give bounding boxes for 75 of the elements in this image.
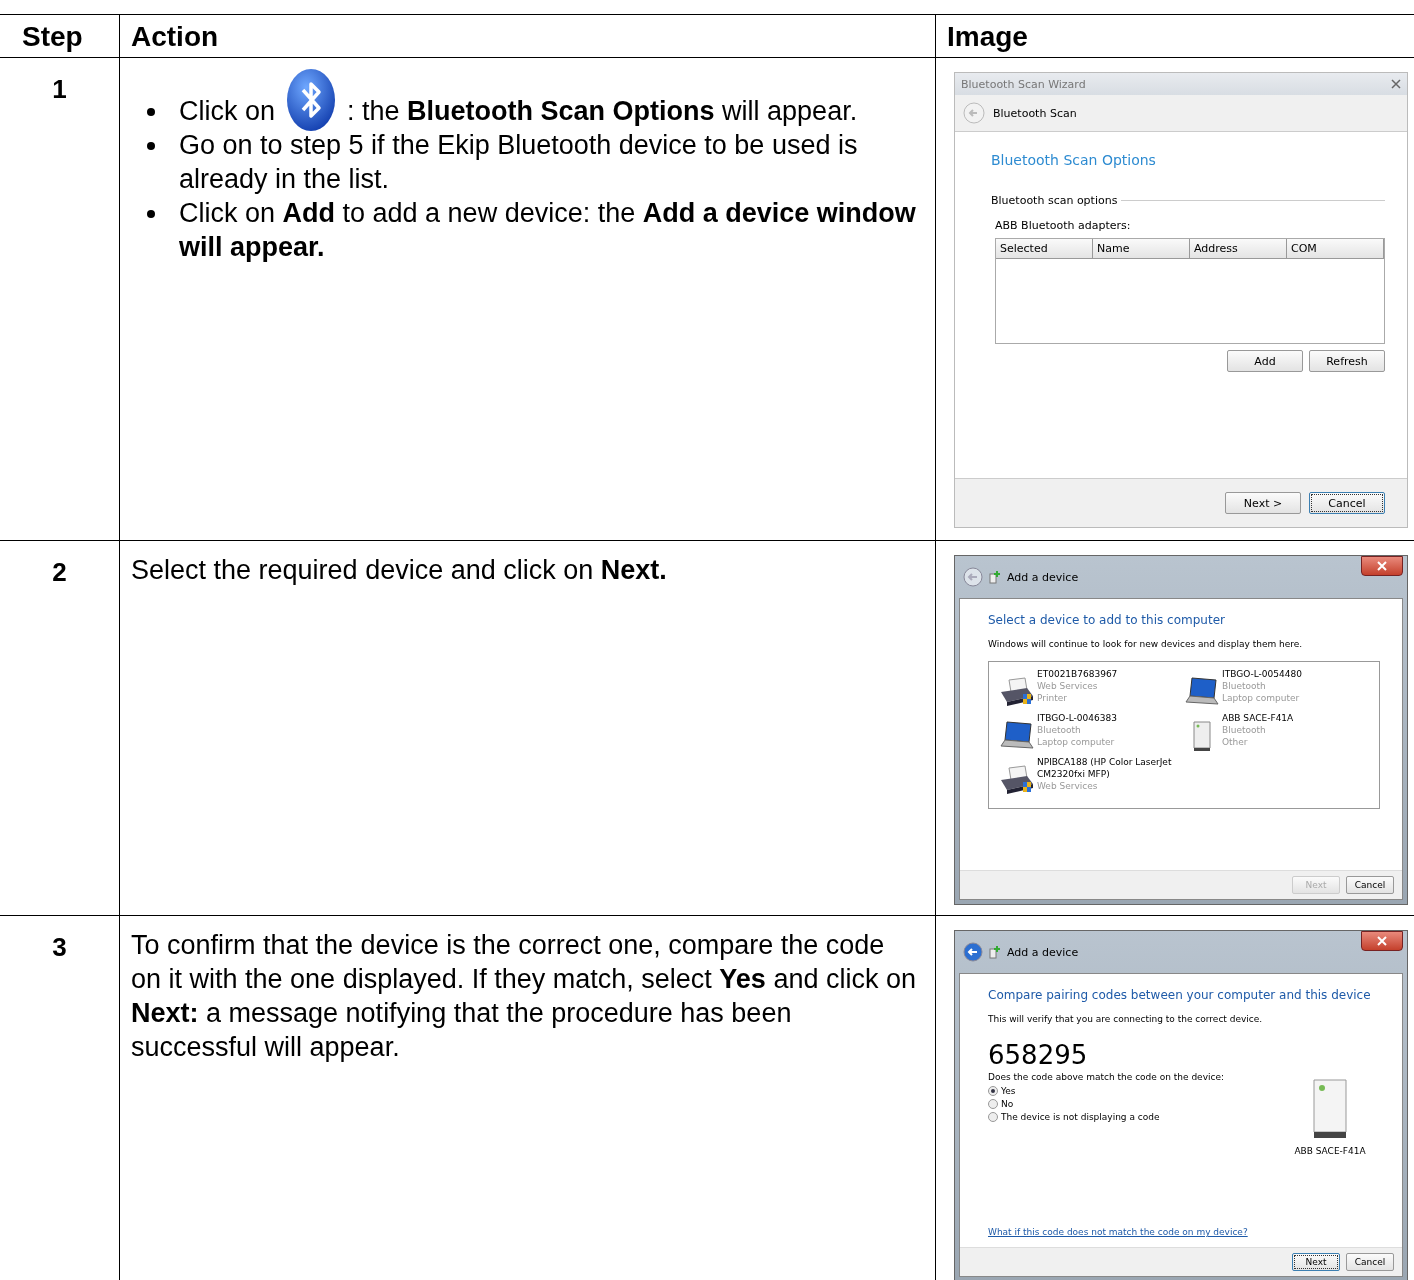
column-header: Image: [936, 15, 1414, 58]
page-heading: Compare pairing codes between your computer and this device: [988, 988, 1372, 1002]
instruction-text: Go on to step 5 if the Ekip Bluetooth device to be used is already in the list.: [179, 130, 858, 194]
device-detail: Web Services: [1037, 680, 1099, 692]
column-header[interactable]: COM: [1287, 239, 1384, 258]
column-header: Step: [0, 15, 120, 58]
device-detail: Bluetooth: [1222, 680, 1267, 692]
pairing-code: 658295: [988, 1040, 1089, 1070]
back-icon[interactable]: [963, 567, 983, 587]
next-button[interactable]: Next >: [1225, 492, 1301, 514]
step-number: 1: [52, 74, 67, 104]
device-name[interactable]: NPIBCA188 (HP Color LaserJet CM2320fxi MFP): [1037, 756, 1184, 780]
column-header[interactable]: Address: [1190, 239, 1287, 258]
description-text: This will verify that you are connecting to the correct device.: [988, 1014, 1264, 1024]
close-icon[interactable]: [1391, 79, 1401, 89]
bullet-icon: [147, 108, 155, 116]
list-label: ABB Bluetooth adapters:: [995, 219, 1132, 232]
column-header: Action: [120, 15, 936, 58]
bullet-icon: [147, 210, 155, 218]
device-name[interactable]: ITBGO-L-0054480: [1222, 668, 1302, 680]
bullet-icon: [147, 142, 155, 150]
instruction-text: Click on Add to add a new device: the Add a device window will appear.: [179, 198, 916, 262]
option-label[interactable]: No: [1001, 1099, 1014, 1109]
device-add-icon: [989, 945, 1001, 959]
printer-icon: [999, 676, 1035, 708]
instruction-text: : the Bluetooth Scan Options will appear.: [347, 95, 858, 128]
header-title: Bluetooth Scan: [993, 106, 1077, 120]
window-title: Add a device: [1007, 570, 1079, 584]
window-title: Add a device: [1007, 945, 1079, 959]
option-label[interactable]: Yes: [1001, 1086, 1016, 1096]
question-text: Does the code above match the code on the device:: [988, 1072, 1225, 1082]
add-button[interactable]: Add: [1227, 350, 1303, 372]
printer-icon: [999, 764, 1035, 796]
device-detail: Printer: [1037, 692, 1068, 704]
close-icon: [1377, 936, 1387, 946]
step-number: 3: [52, 932, 67, 962]
radio-button[interactable]: [988, 1086, 998, 1096]
refresh-button[interactable]: Refresh: [1309, 350, 1385, 372]
device-add-icon: [989, 570, 1001, 584]
device-name: ABB SACE-F41A: [1294, 1146, 1366, 1156]
step-number: 2: [52, 557, 67, 587]
window-title: Bluetooth Scan Wizard: [961, 77, 1086, 91]
column-header[interactable]: Name: [1093, 239, 1190, 258]
close-icon: [1377, 561, 1387, 571]
description-text: Windows will continue to look for new devices and display them here.: [988, 639, 1304, 649]
radio-button[interactable]: [988, 1112, 998, 1122]
page-heading: Select a device to add to this computer: [988, 613, 1226, 627]
device-detail: Bluetooth: [1222, 724, 1267, 736]
cancel-button[interactable]: Cancel: [1346, 1253, 1394, 1271]
close-button[interactable]: [1361, 556, 1403, 576]
device-detail: Bluetooth: [1037, 724, 1082, 736]
device-detail: Other: [1222, 736, 1249, 748]
group-label: Bluetooth scan options: [991, 194, 1118, 207]
back-icon[interactable]: [963, 942, 983, 962]
close-button[interactable]: [1361, 931, 1403, 951]
device-name[interactable]: ET0021B7683967: [1037, 668, 1118, 680]
cancel-button[interactable]: Cancel: [1309, 492, 1385, 514]
device-detail: Web Services: [1037, 780, 1099, 792]
page-heading: Bluetooth Scan Options: [991, 152, 1157, 168]
column-header[interactable]: Selected: [996, 239, 1093, 258]
next-button[interactable]: Next: [1292, 1253, 1340, 1271]
radio-button[interactable]: [988, 1099, 998, 1109]
laptop-icon: [1184, 676, 1220, 708]
device-detail: Laptop computer: [1222, 692, 1301, 704]
help-link[interactable]: What if this code does not match the code on my device?: [988, 1227, 1380, 1237]
device-detail: Laptop computer: [1037, 736, 1116, 748]
option-label[interactable]: The device is not displaying a code: [1001, 1112, 1160, 1122]
cancel-button[interactable]: Cancel: [1346, 876, 1394, 894]
instruction-text: To confirm that the device is the correct one, compare the code on it with the one displayed. If they match, select Yes and click on Next: a message notifying that the procedure has been successful will appear.: [131, 929, 917, 1064]
instruction-text: Click on: [179, 95, 276, 128]
device-name[interactable]: ABB SACE-F41A: [1222, 712, 1294, 724]
bluetooth-icon: [285, 68, 338, 132]
laptop-icon: [999, 720, 1035, 752]
instruction-text: Select the required device and click on Next.: [131, 554, 668, 587]
device-name[interactable]: ITBGO-L-0046383: [1037, 712, 1117, 724]
